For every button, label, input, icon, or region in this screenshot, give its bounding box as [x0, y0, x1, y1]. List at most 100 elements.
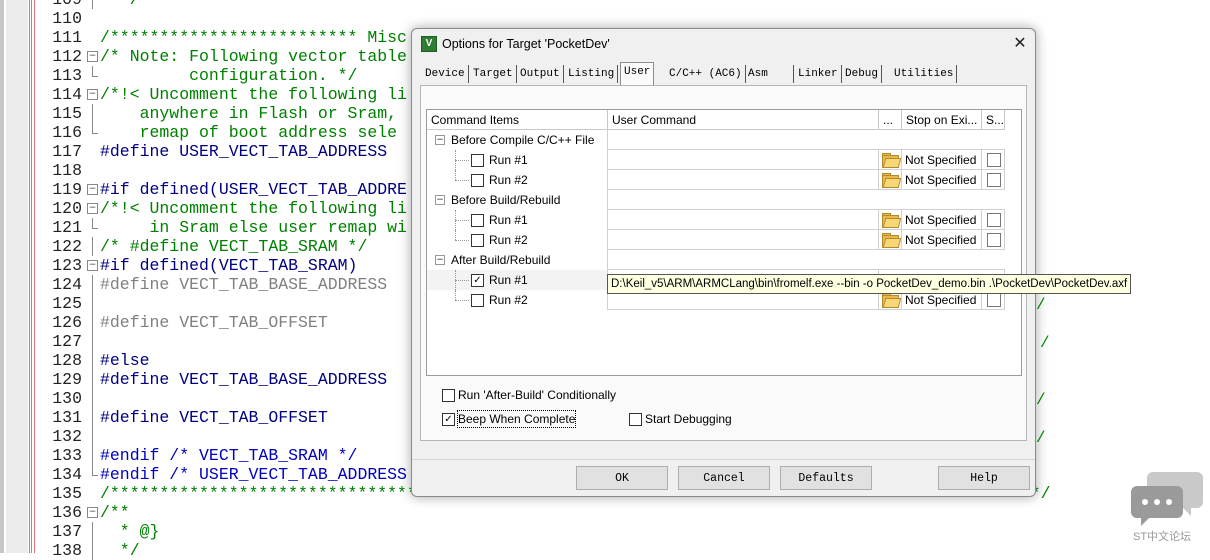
code-text: /*!< Uncomment the following li	[100, 85, 407, 104]
s-column-cell[interactable]	[982, 170, 1005, 190]
command-run-row[interactable]: Run #1 Not Specified	[427, 210, 1005, 230]
line-number: 115	[52, 104, 82, 123]
fold-collapse-icon[interactable]: −	[87, 184, 98, 195]
user-command-input[interactable]	[608, 150, 879, 170]
tree-collapse-icon[interactable]: −	[435, 135, 445, 145]
run-enable-checkbox[interactable]	[471, 174, 484, 187]
fold-collapse-icon[interactable]: −	[87, 260, 98, 271]
defaults-button[interactable]: Defaults	[780, 466, 872, 490]
tab-target[interactable]: Target	[470, 65, 517, 83]
group-blank-cell	[608, 130, 1005, 150]
col-stop-on-exit[interactable]: Stop on Exi...	[902, 110, 982, 130]
code-text: #define VECT_TAB_OFFSET	[100, 408, 328, 427]
browse-button[interactable]	[879, 170, 902, 190]
code-text: */	[100, 0, 140, 9]
s-column-cell[interactable]	[982, 230, 1005, 250]
options-dialog: V Options for Target 'PocketDev' ✕ Devic…	[411, 28, 1132, 497]
stop-on-exit-select[interactable]: Not Specified	[902, 150, 982, 170]
stop-on-exit-select[interactable]: Not Specified	[902, 230, 982, 250]
browse-button[interactable]	[879, 210, 902, 230]
line-number: 128	[52, 351, 82, 370]
code-text: /* Note: Following vector table	[100, 47, 407, 66]
run-enable-checkbox[interactable]: ✓	[471, 274, 484, 287]
tab-asm[interactable]: Asm	[745, 65, 794, 83]
line-number: 127	[52, 332, 82, 351]
command-group-row[interactable]: − Before Compile C/C++ File	[427, 130, 1005, 150]
button-separator	[412, 459, 1035, 460]
tab-utilities[interactable]: Utilities	[891, 65, 958, 83]
tab-c-cpp[interactable]: C/C++ (AC6)	[666, 65, 746, 83]
line-number: 134	[52, 465, 82, 484]
tree-collapse-icon[interactable]: −	[435, 255, 445, 265]
line-number: 124	[52, 275, 82, 294]
help-button[interactable]: Help	[938, 466, 1030, 490]
run-label: Run #2	[489, 173, 528, 187]
s-checkbox[interactable]	[987, 293, 1001, 307]
fold-collapse-icon[interactable]: −	[87, 203, 98, 214]
fold-guide	[92, 370, 93, 389]
line-number: 136	[52, 503, 82, 522]
command-run-row[interactable]: Run #2 Not Specified	[427, 230, 1005, 250]
fold-collapse-icon[interactable]: −	[87, 89, 98, 100]
code-text: * @}	[100, 522, 160, 541]
ok-button[interactable]: OK	[576, 466, 668, 490]
tab-debug[interactable]: Debug	[842, 65, 883, 83]
forum-logo-icon	[1131, 472, 1203, 526]
fold-guide	[92, 294, 93, 313]
tab-device[interactable]: Device	[422, 65, 469, 83]
fold-guide-end	[92, 76, 98, 77]
command-group-row[interactable]: − Before Build/Rebuild	[427, 190, 1005, 210]
fold-collapse-icon[interactable]: −	[87, 507, 98, 518]
cancel-button[interactable]: Cancel	[678, 466, 770, 490]
command-item-cell: − Before Build/Rebuild	[427, 190, 608, 210]
command-grid[interactable]: Command Items User Command ... Stop on E…	[426, 109, 1022, 376]
dialog-titlebar[interactable]: V Options for Target 'PocketDev' ✕	[412, 29, 1035, 59]
col-command-items[interactable]: Command Items	[427, 110, 608, 130]
fold-guide-end	[92, 475, 98, 476]
command-run-row[interactable]: Run #1 Not Specified	[427, 150, 1005, 170]
user-command-input[interactable]	[608, 230, 879, 250]
group-label: After Build/Rebuild	[451, 253, 551, 267]
fold-guide	[92, 522, 93, 541]
command-group-row[interactable]: − After Build/Rebuild	[427, 250, 1005, 270]
line-number: 135	[52, 484, 82, 503]
s-checkbox[interactable]	[987, 153, 1001, 167]
col-browse[interactable]: ...	[879, 110, 902, 130]
code-line: 138 */	[0, 541, 1210, 560]
stop-on-exit-select[interactable]: Not Specified	[902, 210, 982, 230]
run-enable-checkbox[interactable]	[471, 154, 484, 167]
user-command-input[interactable]	[608, 170, 879, 190]
fold-collapse-icon[interactable]: −	[87, 51, 98, 62]
run-enable-checkbox[interactable]	[471, 214, 484, 227]
code-text: #if defined(VECT_TAB_SRAM)	[100, 256, 358, 275]
tab-linker[interactable]: Linker	[795, 65, 842, 83]
close-button[interactable]: ✕	[1010, 33, 1030, 53]
s-column-cell[interactable]	[982, 150, 1005, 170]
run-label: Run #2	[489, 293, 528, 307]
tab-output[interactable]: Output	[517, 65, 564, 83]
tab-listing[interactable]: Listing	[565, 65, 619, 83]
command-run-row[interactable]: Run #2 Not Specified	[427, 170, 1005, 190]
browse-button[interactable]	[879, 150, 902, 170]
user-command-input[interactable]	[608, 210, 879, 230]
s-column-cell[interactable]	[982, 210, 1005, 230]
start-debugging-checkbox[interactable]	[629, 413, 642, 426]
browse-button[interactable]	[879, 230, 902, 250]
s-checkbox[interactable]	[987, 233, 1001, 247]
tab-user[interactable]: User	[620, 62, 655, 85]
tree-connector	[455, 290, 456, 300]
s-checkbox[interactable]	[987, 213, 1001, 227]
col-user-command[interactable]: User Command	[608, 110, 879, 130]
col-s[interactable]: S...	[982, 110, 1005, 130]
run-after-build-checkbox[interactable]	[442, 389, 455, 402]
run-enable-checkbox[interactable]	[471, 294, 484, 307]
stop-on-exit-select[interactable]: Not Specified	[902, 170, 982, 190]
folder-open-icon	[881, 212, 901, 228]
beep-checkbox[interactable]: ✓	[442, 413, 455, 426]
tree-collapse-icon[interactable]: −	[435, 195, 445, 205]
s-checkbox[interactable]	[987, 173, 1001, 187]
line-number: 125	[52, 294, 82, 313]
run-enable-checkbox[interactable]	[471, 234, 484, 247]
code-text: /************************* Misc	[100, 28, 407, 47]
line-number: 111	[52, 28, 82, 47]
